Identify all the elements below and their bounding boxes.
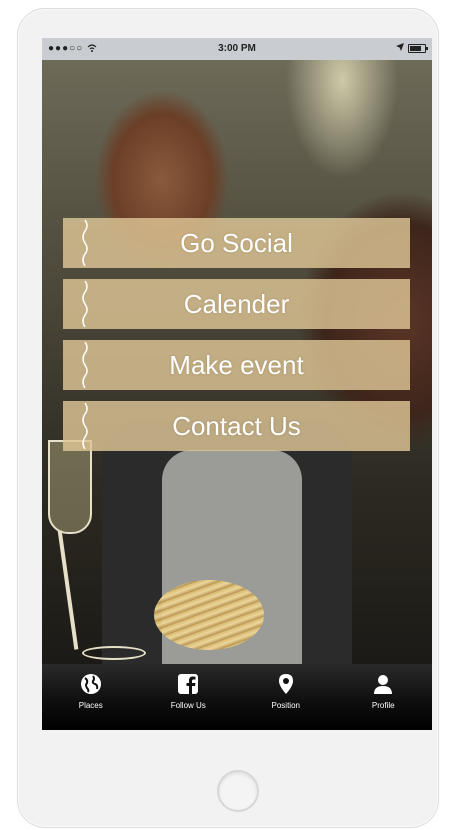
location-pin-icon: [278, 674, 293, 694]
location-arrow-icon: [396, 43, 404, 54]
battery-icon: [408, 44, 428, 53]
photo-glass-stem: [57, 530, 79, 650]
make-event-button[interactable]: Make event: [63, 340, 410, 390]
photo-bracelet: [154, 580, 264, 650]
squiggle-decoration-icon: [82, 342, 88, 388]
go-social-label: Go Social: [180, 228, 293, 258]
photo-glass: [48, 440, 92, 534]
user-icon: [374, 675, 393, 694]
menu-item-contact-us: Contact Us: [63, 401, 410, 451]
squiggle-decoration-icon: [82, 281, 88, 327]
calender-label: Calender: [183, 289, 290, 319]
tab-profile-label: Profile: [371, 701, 395, 710]
status-time: 3:00 PM: [218, 43, 256, 54]
menu-item-go-social: Go Social: [63, 218, 410, 268]
home-button[interactable]: [217, 770, 259, 812]
calender-button[interactable]: Calender: [63, 279, 410, 329]
go-social-button[interactable]: Go Social: [63, 218, 410, 268]
menu-item-calender: Calender: [63, 279, 410, 329]
tab-position[interactable]: Position: [237, 664, 335, 730]
contact-us-label: Contact Us: [172, 411, 301, 441]
status-right: [396, 43, 428, 54]
globe-icon: [80, 674, 101, 694]
app-screen: ●●●○○ 3:00 PM Go Social Calender Make ev…: [42, 38, 432, 730]
tab-bar: Places Follow Us Position Profile: [42, 664, 432, 730]
photo-glass-foot: [82, 646, 146, 660]
tab-profile[interactable]: Profile: [335, 664, 433, 730]
squiggle-decoration-icon: [82, 403, 88, 449]
squiggle-decoration-icon: [82, 220, 88, 266]
tab-follow-us-label: Follow Us: [170, 701, 206, 710]
tab-places[interactable]: Places: [42, 664, 140, 730]
menu-item-make-event: Make event: [63, 340, 410, 390]
tab-places-label: Places: [78, 701, 103, 710]
contact-us-button[interactable]: Contact Us: [63, 401, 410, 451]
tab-position-label: Position: [271, 701, 300, 710]
tab-follow-us[interactable]: Follow Us: [140, 664, 238, 730]
facebook-icon: [178, 674, 199, 694]
make-event-label: Make event: [169, 350, 304, 380]
status-bar: ●●●○○ 3:00 PM: [42, 38, 432, 60]
